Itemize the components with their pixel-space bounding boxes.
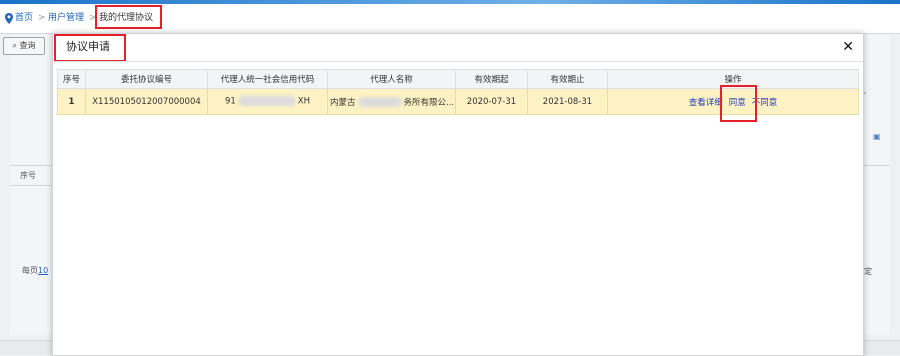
credit-code-prefix: 91 — [224, 96, 236, 107]
background-page-size-link: 10 — [38, 266, 49, 275]
agent-name-prefix: 内蒙古 — [330, 97, 356, 108]
annotation-highlight-box — [54, 34, 126, 62]
agreement-table: 序号 委托协议编号 代理人统一社会信用代码 代理人名称 有效期起 有效期止 操作… — [57, 69, 859, 122]
cell-valid-from: 2020-07-31 — [455, 88, 528, 115]
calendar-icon: ▣ — [873, 132, 881, 141]
cell-seq: 1 — [57, 88, 86, 115]
column-header-valid-to: 有效期止 — [527, 69, 608, 89]
background-divider — [10, 185, 55, 186]
redacted-mask — [237, 96, 296, 107]
breadcrumb-home-link[interactable]: 首页 — [15, 12, 33, 24]
column-header-credit-code: 代理人统一社会信用代码 — [207, 69, 328, 89]
dialog-title-divider — [53, 61, 863, 62]
credit-code-suffix: XH — [297, 96, 311, 107]
background-divider — [10, 165, 55, 166]
background-search-label: 查询 — [19, 41, 36, 50]
agent-name-suffix: 务所有限公... — [403, 97, 455, 108]
annotation-highlight-box — [95, 5, 162, 29]
search-icon: ⌕ — [12, 41, 17, 50]
background-col-seq: 序号 — [20, 171, 36, 180]
cell-actions: 查看详细 同意 不同意 — [607, 84, 859, 122]
background-divider — [864, 165, 890, 166]
background-search-button: ⌕ 查询 — [3, 37, 45, 55]
column-header-agreement-no: 委托协议编号 — [85, 69, 208, 89]
background-confirm-text: 定 — [864, 267, 872, 276]
cell-agreement-no: X1150105012007000004 — [85, 88, 208, 115]
location-pin-icon — [5, 13, 13, 24]
cell-credit-code: 91 XH — [207, 88, 328, 115]
breadcrumb-user-management-link[interactable]: 用户管理 — [48, 12, 84, 24]
column-header-seq: 序号 — [57, 69, 86, 89]
cell-agent-name: 内蒙古 务所有限公... — [327, 88, 456, 115]
cell-valid-to: 2021-08-31 — [527, 88, 608, 115]
agree-link[interactable]: 同意 — [719, 84, 757, 122]
table-row[interactable]: 1 X1150105012007000004 91 XH 内蒙古 务所有限公... … — [57, 84, 859, 122]
close-icon[interactable]: ✕ — [842, 39, 854, 55]
breadcrumb-separator: > — [38, 13, 46, 23]
view-details-link[interactable]: 查看详细 — [689, 98, 723, 108]
background-pagination: 每页10 — [22, 266, 49, 275]
breadcrumb: 首页 > 用户管理 > 我的代理协议 — [0, 4, 900, 34]
annotation-highlight-box — [719, 84, 757, 122]
agreement-request-dialog: 协议申请 ✕ 序号 委托协议编号 代理人统一社会信用代码 代理人名称 有效期起 … — [52, 33, 864, 356]
column-header-valid-from: 有效期起 — [455, 69, 528, 89]
redacted-mask — [357, 97, 402, 107]
column-header-agent-name: 代理人名称 — [327, 69, 456, 89]
